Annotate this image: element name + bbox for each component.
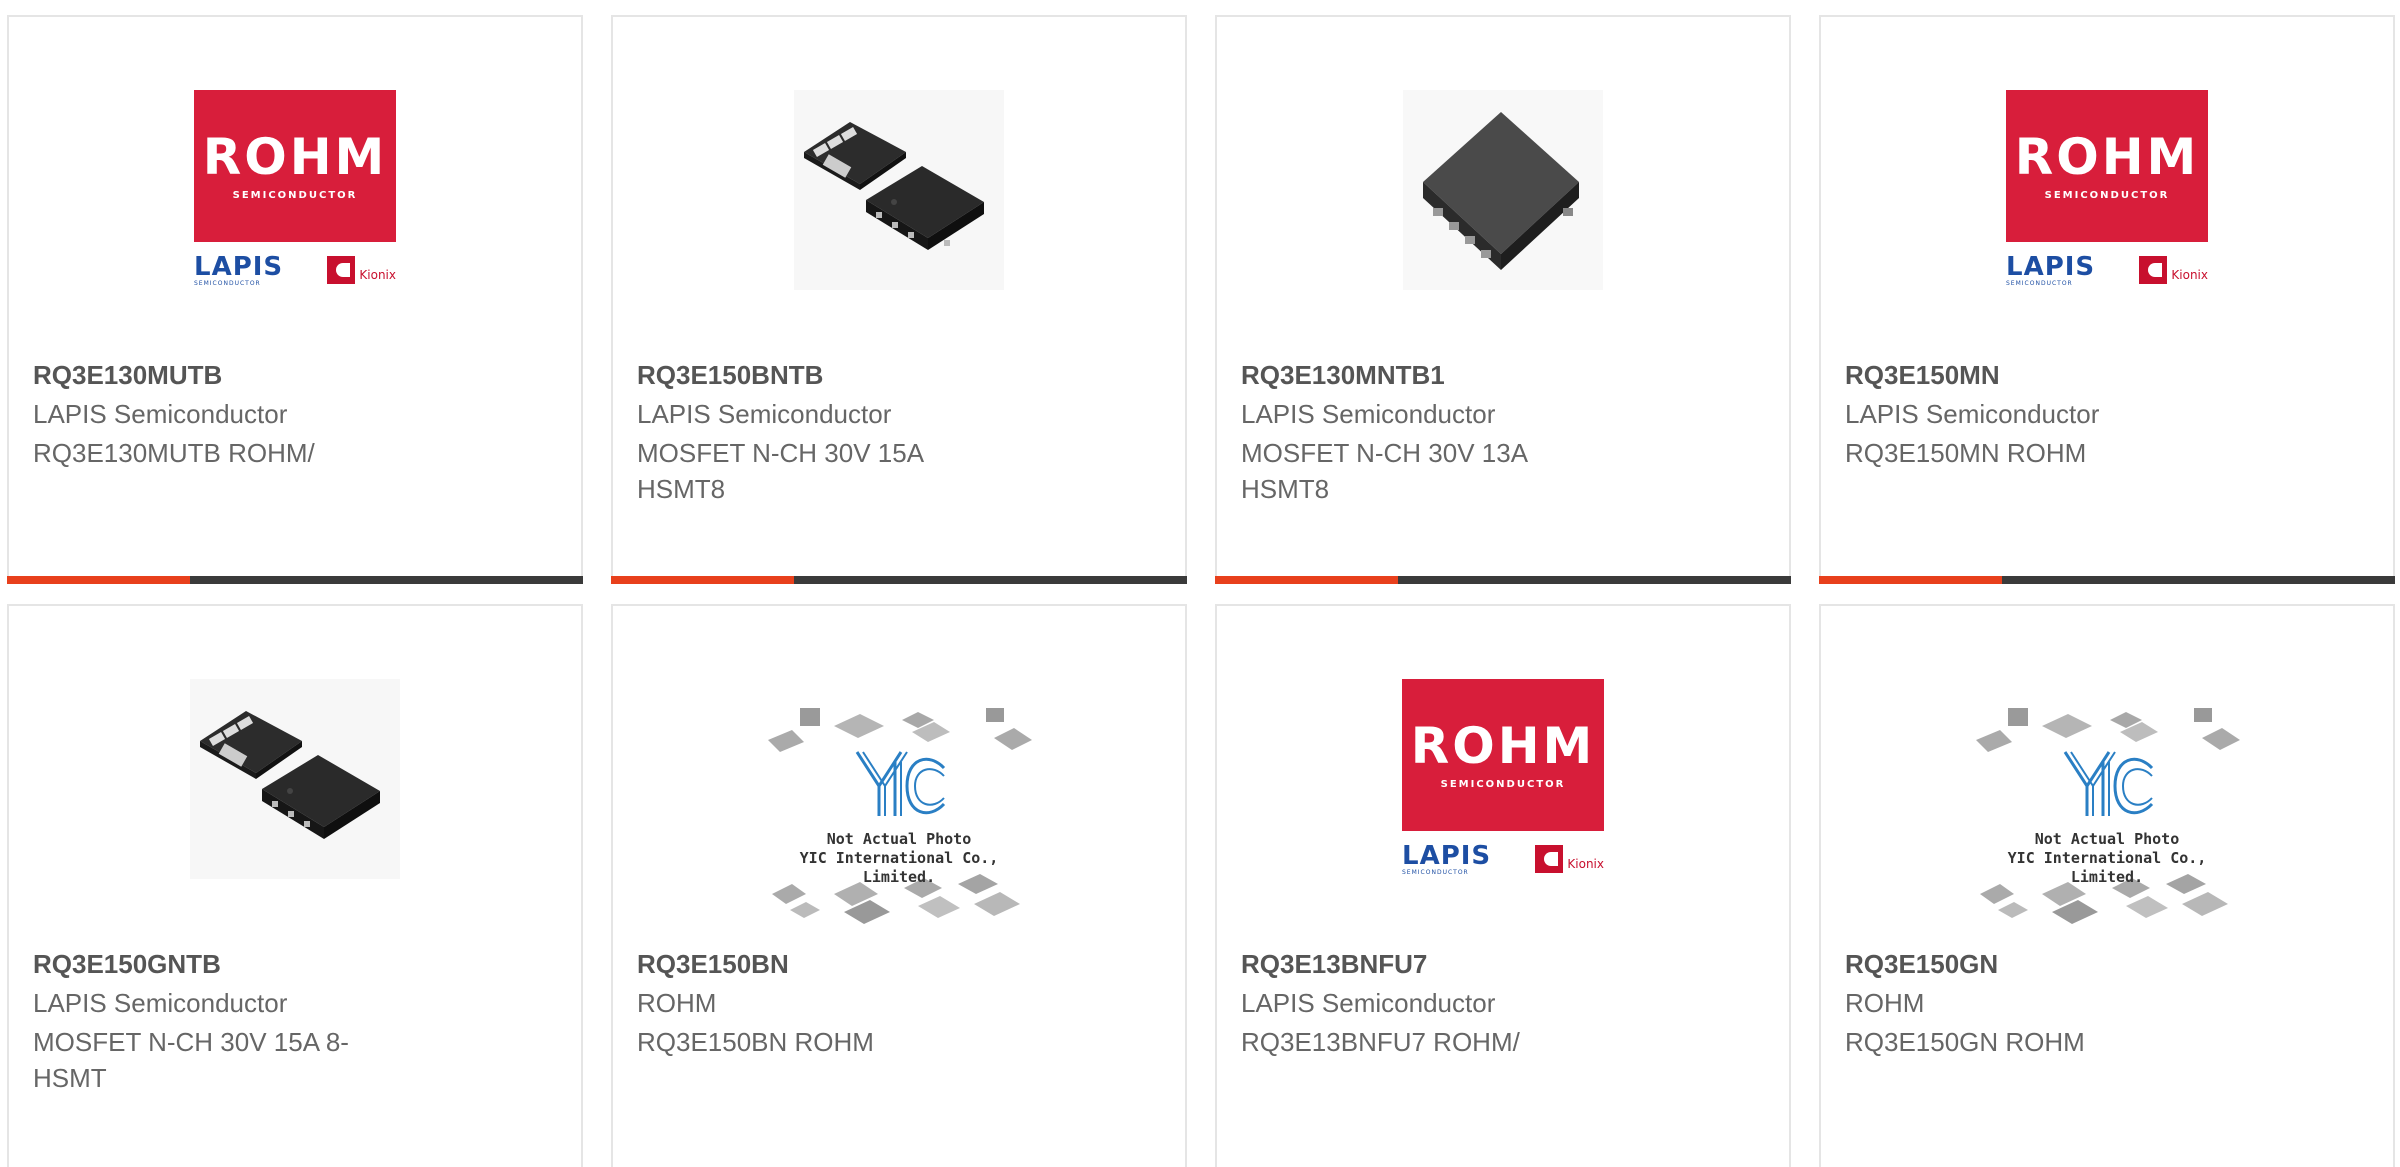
kionix-icon	[1535, 845, 1564, 873]
card-bottom-bar	[7, 576, 583, 584]
yic-logo-icon	[2063, 751, 2154, 816]
part-number-link[interactable]: RQ3E130MUTB	[33, 360, 222, 391]
chip-pair-icon	[794, 90, 1004, 290]
description-text: MOSFET N-CH 30V 15A 8-HSMT	[33, 1027, 349, 1093]
manufacturer-label: LAPIS Semiconductor	[33, 988, 288, 1018]
description-text: RQ3E150MN ROHM	[1845, 438, 2087, 468]
product-image[interactable]	[165, 674, 425, 884]
manufacturer-label: LAPIS Semiconductor	[1845, 399, 2100, 429]
manufacturer-label: LAPIS Semiconductor	[1241, 399, 1496, 429]
manufacturer-label: LAPIS Semiconductor	[33, 399, 288, 429]
manufacturer-label: ROHM	[637, 988, 717, 1018]
product-grid: ROHM SEMICONDUCTOR LAPIS SEMICONDUCTOR K…	[0, 0, 2400, 1167]
product-image[interactable]	[1373, 85, 1633, 295]
product-card[interactable]: RQ3E130MNTB1 LAPIS Semiconductor MOSFET …	[1215, 15, 1791, 584]
part-number-link[interactable]: RQ3E150GNTB	[33, 949, 221, 980]
part-number-link[interactable]: RQ3E150MN	[1845, 360, 2000, 391]
rohm-logo: ROHM SEMICONDUCTOR LAPIS SEMICONDUCTOR K…	[2006, 90, 2208, 290]
rohm-logo: ROHM SEMICONDUCTOR LAPIS SEMICONDUCTOR K…	[194, 90, 396, 290]
description-text: MOSFET N-CH 30V 13A HSMT8	[1241, 438, 1527, 504]
description-text: RQ3E130MUTB ROHM/	[33, 438, 315, 468]
product-image[interactable]: ROHM SEMICONDUCTOR LAPIS SEMICONDUCTOR K…	[165, 85, 425, 295]
product-card[interactable]: ROHM SEMICONDUCTOR LAPIS SEMICONDUCTOR K…	[1215, 604, 1791, 1167]
card-bottom-bar	[1215, 576, 1791, 584]
chip-single-icon	[1403, 90, 1603, 290]
product-image[interactable]: ROHM SEMICONDUCTOR LAPIS SEMICONDUCTOR K…	[1373, 674, 1633, 884]
part-number-link[interactable]: RQ3E150BN	[637, 949, 789, 980]
description-text: RQ3E150BN ROHM	[637, 1027, 874, 1057]
kionix-icon	[2139, 256, 2168, 284]
product-image[interactable]: Not Actual Photo YIC International Co., …	[759, 698, 1039, 938]
description-text: RQ3E150GN ROHM	[1845, 1027, 2085, 1057]
manufacturer-label: LAPIS Semiconductor	[637, 399, 892, 429]
part-number-link[interactable]: RQ3E130MNTB1	[1241, 360, 1445, 391]
product-card[interactable]: Not Actual Photo YIC International Co., …	[611, 604, 1187, 1167]
not-actual-photo-image: Not Actual Photo YIC International Co., …	[1972, 698, 2242, 938]
product-card[interactable]: Not Actual Photo YIC International Co., …	[1819, 604, 2395, 1167]
product-card[interactable]: RQ3E150BNTB LAPIS Semiconductor MOSFET N…	[611, 15, 1187, 584]
product-image[interactable]	[769, 85, 1029, 295]
yic-logo-icon	[855, 751, 946, 816]
kionix-icon	[327, 256, 356, 284]
not-actual-photo-image: Not Actual Photo YIC International Co., …	[764, 698, 1034, 938]
product-card[interactable]: ROHM SEMICONDUCTOR LAPIS SEMICONDUCTOR K…	[1819, 15, 2395, 584]
part-number-link[interactable]: RQ3E13BNFU7	[1241, 949, 1427, 980]
description-text: RQ3E13BNFU7 ROHM/	[1241, 1027, 1520, 1057]
part-number-link[interactable]: RQ3E150BNTB	[637, 360, 823, 391]
manufacturer-label: LAPIS Semiconductor	[1241, 988, 1496, 1018]
manufacturer-label: ROHM	[1845, 988, 1925, 1018]
product-card[interactable]: RQ3E150GNTB LAPIS Semiconductor MOSFET N…	[7, 604, 583, 1167]
product-image[interactable]: ROHM SEMICONDUCTOR LAPIS SEMICONDUCTOR K…	[1977, 85, 2237, 295]
card-bottom-bar	[1819, 576, 2395, 584]
part-number-link[interactable]: RQ3E150GN	[1845, 949, 1998, 980]
description-text: MOSFET N-CH 30V 15A HSMT8	[637, 438, 923, 504]
product-card[interactable]: ROHM SEMICONDUCTOR LAPIS SEMICONDUCTOR K…	[7, 15, 583, 584]
product-image[interactable]: Not Actual Photo YIC International Co., …	[1967, 698, 2247, 938]
chip-pair-icon	[190, 679, 400, 879]
rohm-logo: ROHM SEMICONDUCTOR LAPIS SEMICONDUCTOR K…	[1402, 679, 1604, 879]
card-bottom-bar	[611, 576, 1187, 584]
